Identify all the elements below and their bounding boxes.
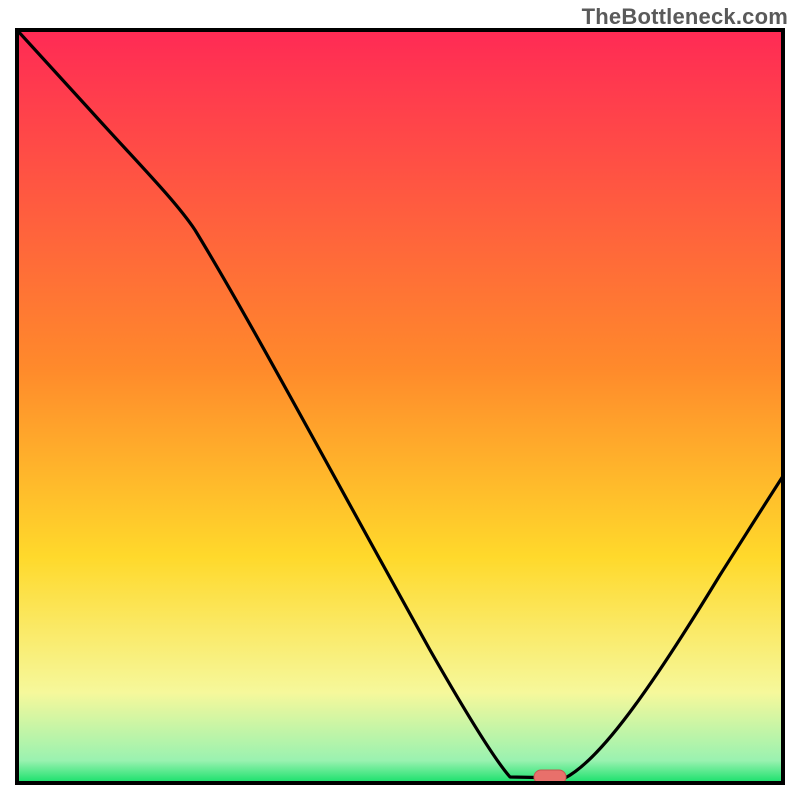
chart-stage: TheBottleneck.com (0, 0, 800, 800)
watermark-text: TheBottleneck.com (582, 4, 788, 30)
bottleneck-chart (0, 0, 800, 800)
heat-gradient (17, 30, 783, 783)
